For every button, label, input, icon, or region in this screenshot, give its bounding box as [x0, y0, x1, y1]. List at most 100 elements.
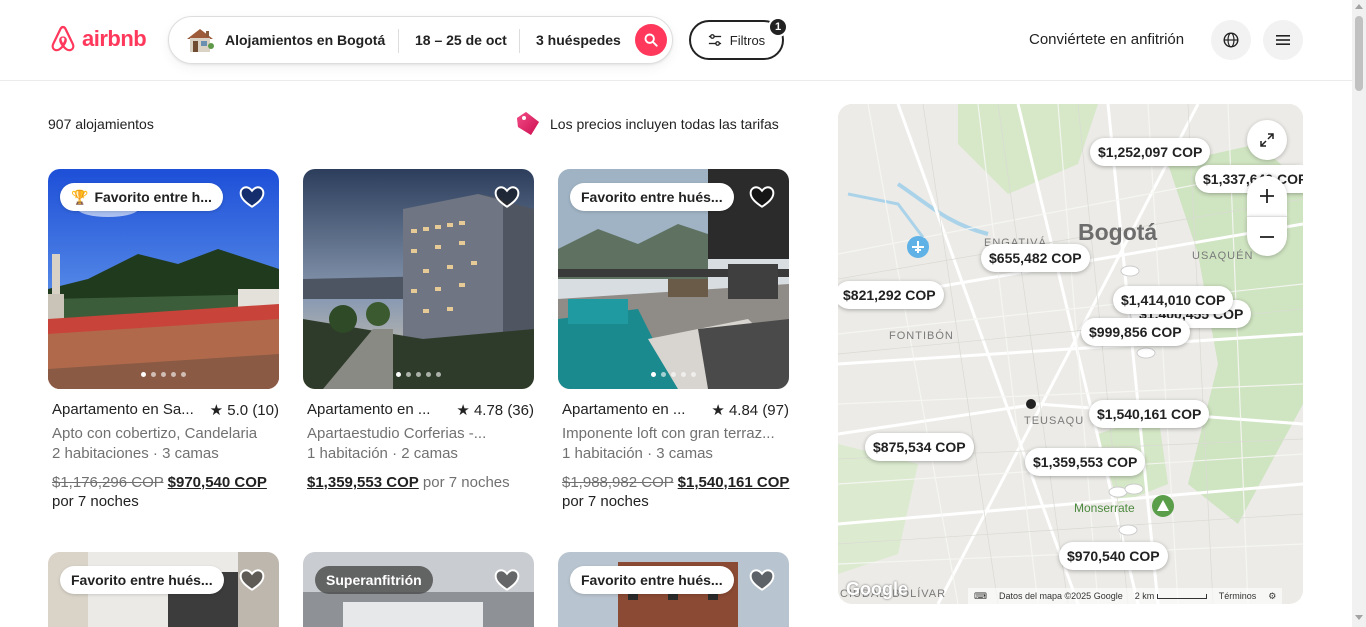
listing-details: 1 habitación · 2 camas — [307, 445, 458, 462]
badge-label: Favorito entre h... — [94, 189, 212, 205]
listing-title: Apartamento en Sa... — [52, 401, 194, 418]
photo-dots — [558, 372, 789, 377]
listing-subtitle: Imponente loft con gran terraz... — [562, 425, 775, 442]
badge-label: Superanfitrión — [326, 572, 422, 588]
keyboard-icon[interactable]: ⌨ — [974, 591, 987, 602]
price-old: $1,988,982 COP — [562, 474, 674, 491]
scroll-thumb[interactable] — [1355, 16, 1363, 91]
listing-card[interactable]: 🏆 Favorito entre h... Apartamento en Sa.… — [48, 169, 279, 510]
map-price-pin[interactable]: $1,540,161 COP — [1089, 400, 1210, 428]
superhost-badge: Superanfitrión — [315, 566, 433, 594]
listing-photo[interactable]: 🏆 Favorito entre h... — [48, 169, 279, 389]
heart-icon[interactable] — [749, 567, 775, 593]
listing-title: Apartamento en ... — [307, 401, 431, 418]
become-host-link[interactable]: Conviértete en anfitrión — [1029, 31, 1184, 48]
map-price-pin[interactable]: $1,414,010 COP — [1113, 286, 1234, 314]
map-district-label: TEUSAQU — [1024, 415, 1085, 427]
map-price-pin[interactable]: $1,252,097 COP — [1090, 138, 1211, 166]
map-city-label: Bogotá — [1078, 219, 1158, 245]
price-current[interactable]: $970,540 COP — [168, 474, 267, 491]
scroll-up-arrow-icon[interactable] — [1355, 4, 1363, 9]
map-scale: 2 km — [1135, 591, 1207, 601]
map-expand-button[interactable] — [1247, 120, 1287, 160]
listing-card[interactable]: Favorito entre hués... — [48, 552, 279, 627]
price-current[interactable]: $1,359,553 COP — [307, 474, 419, 491]
heart-icon[interactable] — [749, 184, 775, 210]
listing-photo[interactable]: Superanfitrión — [303, 552, 534, 627]
search-location[interactable]: Alojamientos en Bogotá — [225, 32, 385, 48]
star-icon: ★ — [209, 402, 228, 419]
heart-icon[interactable] — [494, 567, 520, 593]
search-button[interactable] — [635, 24, 667, 56]
listing-photo[interactable] — [303, 169, 534, 389]
listing-rating: ★ 5.0 (10) — [209, 402, 279, 419]
google-logo[interactable]: Google — [846, 579, 908, 600]
listing-rating: ★ 4.78 (36) — [456, 402, 534, 419]
heart-icon[interactable] — [494, 184, 520, 210]
map-price-pin[interactable]: $970,540 COP — [1059, 542, 1168, 570]
prices-note-text: Los precios incluyen todas las tarifas — [550, 116, 779, 132]
search-guests[interactable]: 3 huéspedes — [536, 32, 621, 48]
listing-price: $1,359,553 COP por 7 noches — [307, 474, 510, 491]
settings-gear-icon[interactable]: ⚙ — [1268, 591, 1276, 602]
search-dates[interactable]: 18 – 25 de oct — [415, 32, 507, 48]
divider — [398, 29, 399, 53]
search-bar[interactable]: Alojamientos en Bogotá 18 – 25 de oct 3 … — [168, 16, 673, 64]
heart-icon[interactable] — [239, 567, 265, 593]
plus-icon — [1260, 189, 1274, 203]
listing-price: $1,176,296 COP $970,540 COP — [52, 474, 267, 491]
photo-dots — [48, 372, 279, 377]
map-zoom-out-button[interactable] — [1247, 216, 1287, 256]
top-header: airbnb Alojamientos en Bogotá 18 – 25 de… — [0, 0, 1352, 81]
guest-favorite-badge: Favorito entre hués... — [60, 566, 224, 594]
map-terms-link[interactable]: Términos — [1219, 591, 1257, 601]
map-footer: ⌨ Datos del mapa ©2025 Google 2 km Térmi… — [968, 588, 1283, 604]
language-button[interactable] — [1211, 20, 1251, 60]
price-period: por 7 noches — [562, 493, 649, 510]
listing-photo[interactable]: Favorito entre hués... — [558, 169, 789, 389]
badge-label: Favorito entre hués... — [581, 189, 723, 205]
listing-card[interactable]: Apartamento en ... ★ 4.78 (36) Apartaest… — [303, 169, 534, 491]
listing-subtitle: Apartaestudio Corferias -... — [307, 425, 487, 442]
listing-photo[interactable]: Favorito entre hués... — [558, 552, 789, 627]
map-price-pin[interactable]: $821,292 COP — [838, 281, 944, 309]
price-period: por 7 noches — [422, 474, 510, 491]
expand-icon — [1260, 133, 1274, 147]
heart-icon[interactable] — [239, 184, 265, 210]
prices-note: Los precios incluyen todas las tarifas — [514, 110, 779, 138]
price-old: $1,176,296 COP — [52, 474, 164, 491]
star-icon: ★ — [711, 402, 729, 419]
scroll-down-arrow-icon[interactable] — [1355, 615, 1363, 620]
listing-card[interactable]: Favorito entre hués... Apartamento en ..… — [558, 169, 789, 510]
filters-icon — [708, 34, 721, 46]
guest-favorite-badge: Favorito entre hués... — [570, 183, 734, 211]
map-price-pin[interactable]: $1,359,553 COP — [1025, 448, 1146, 476]
listing-photo[interactable]: Favorito entre hués... — [48, 552, 279, 627]
hamburger-menu-icon — [1276, 35, 1290, 45]
map-zoom-in-button[interactable] — [1247, 176, 1287, 216]
guest-favorite-badge: 🏆 Favorito entre h... — [60, 183, 223, 211]
map-data-credit[interactable]: Datos del mapa ©2025 Google — [999, 591, 1123, 601]
map-price-pin[interactable]: $999,856 COP — [1081, 318, 1190, 346]
listing-card[interactable]: Favorito entre hués... — [558, 552, 789, 627]
map-price-pin[interactable]: $655,482 COP — [981, 244, 1090, 272]
map-price-pin[interactable]: $875,534 COP — [865, 433, 974, 461]
airbnb-logo[interactable]: airbnb — [48, 23, 147, 55]
photo-dots — [303, 372, 534, 377]
listing-subtitle: Apto con cobertizo, Candelaria — [52, 425, 258, 442]
page-scrollbar[interactable] — [1352, 0, 1366, 627]
map-district-label: FONTIBÓN — [889, 330, 954, 342]
price-current[interactable]: $1,540,161 COP — [678, 474, 790, 491]
guest-favorite-badge: Favorito entre hués... — [570, 566, 734, 594]
filters-count-badge: 1 — [768, 17, 788, 37]
results-map[interactable]: Bogotá ENGATIVÁ USAQUÉN FONTIBÓN TEUSAQU… — [838, 104, 1303, 604]
badge-label: Favorito entre hués... — [71, 572, 213, 588]
search-icon — [644, 33, 658, 47]
minus-icon — [1260, 235, 1274, 238]
listing-price: $1,988,982 COP $1,540,161 COP — [562, 474, 789, 491]
listing-card[interactable]: Superanfitrión — [303, 552, 534, 627]
trophy-icon: 🏆 — [71, 188, 89, 205]
results-count: 907 alojamientos — [48, 116, 154, 132]
map-landmark-label: Monserrate — [1074, 501, 1135, 515]
main-menu-button[interactable] — [1263, 20, 1303, 60]
